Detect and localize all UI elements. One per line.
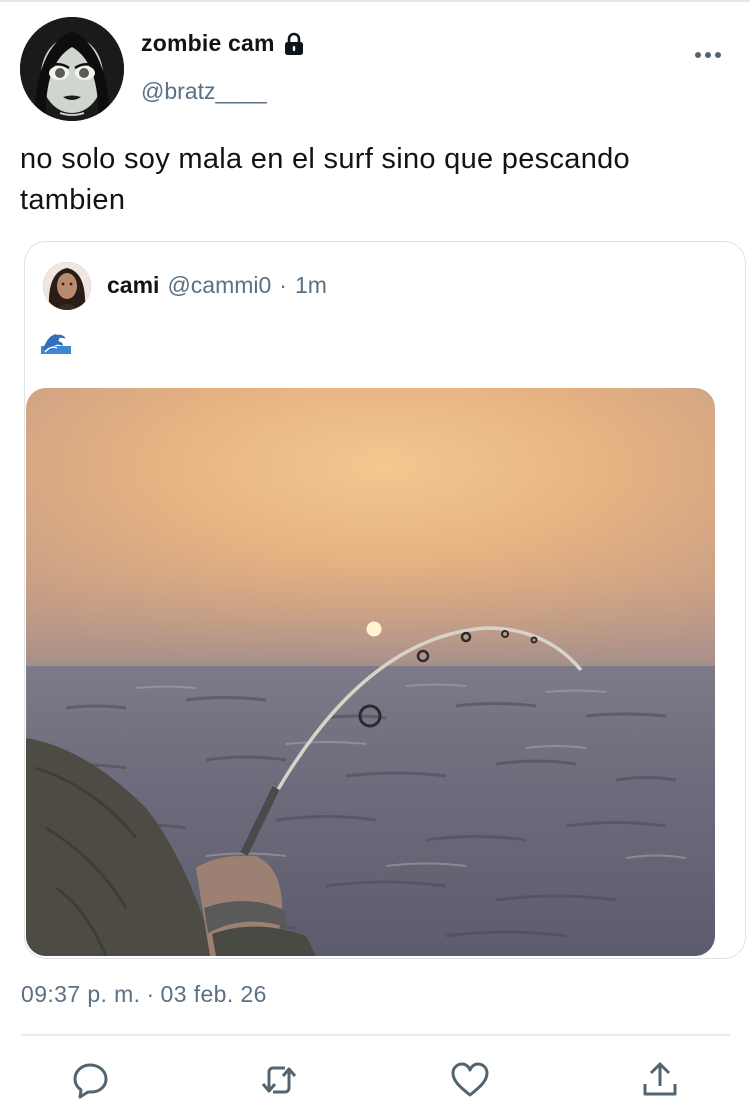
tweet-timestamp[interactable]: 09:37 p. m. · 03 feb. 26	[21, 981, 267, 1008]
quoted-tweet-card[interactable]: cami @cammi0 · 1m	[24, 241, 746, 959]
quoted-author-handle[interactable]: @cammi0	[167, 272, 271, 299]
tweet-text: no solo soy mala en el surf sino que pes…	[20, 143, 630, 216]
tweet-time: 09:37 p. m.	[21, 981, 141, 1007]
quoted-time-ago[interactable]: 1m	[295, 272, 327, 299]
quoted-author-avatar[interactable]	[43, 262, 91, 310]
author-name-row[interactable]: zombie cam	[141, 30, 305, 57]
heart-icon	[451, 1062, 489, 1097]
retweet-icon	[261, 1066, 297, 1094]
more-options-icon[interactable]	[694, 47, 722, 58]
like-button[interactable]	[450, 1060, 490, 1100]
reply-icon	[73, 1063, 108, 1099]
author-avatar[interactable]	[20, 17, 124, 121]
quoted-tweet-header: cami @cammi0 · 1m	[107, 272, 327, 299]
tweet-time-separator: ·	[146, 981, 155, 1007]
author-display-name[interactable]: zombie cam	[141, 30, 275, 57]
retweet-button[interactable]	[259, 1060, 299, 1100]
quoted-author-name[interactable]: cami	[107, 272, 159, 299]
share-icon	[643, 1062, 677, 1096]
lock-icon	[283, 32, 305, 56]
sunset-fishing-photo	[26, 388, 715, 956]
reply-button[interactable]	[71, 1060, 111, 1100]
actions-divider	[21, 1034, 730, 1036]
wave-icon	[41, 330, 71, 354]
tweet-action-bar	[0, 1060, 750, 1107]
top-divider	[0, 0, 750, 2]
author-handle[interactable]: @bratz____	[141, 78, 267, 105]
quoted-tweet-photo[interactable]	[26, 388, 715, 956]
tweet-date: 03 feb. 26	[160, 981, 267, 1007]
quoted-separator: ·	[279, 272, 287, 298]
author-avatar-image	[20, 17, 124, 121]
quoted-author-avatar-image	[43, 262, 91, 310]
share-button[interactable]	[640, 1060, 680, 1100]
